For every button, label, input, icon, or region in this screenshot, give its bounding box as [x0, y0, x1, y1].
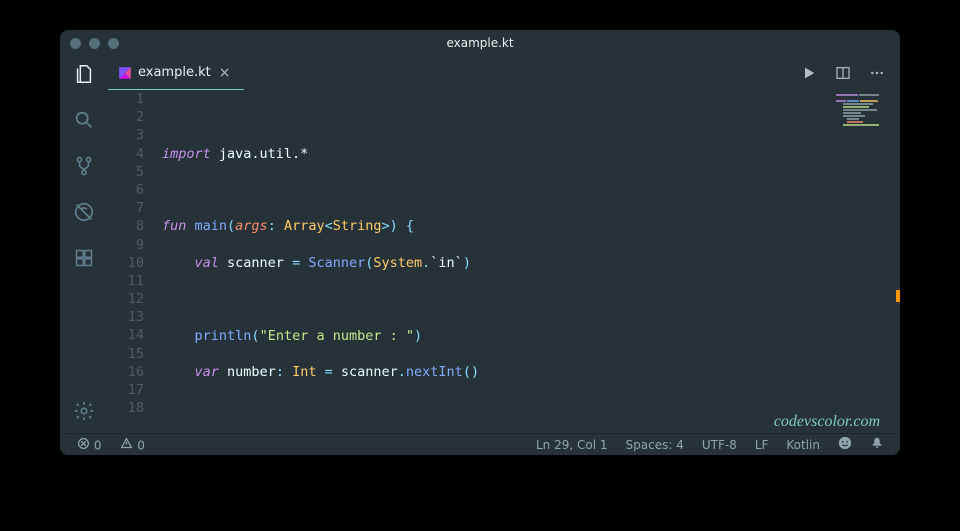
traffic-minimize[interactable] [89, 38, 100, 49]
status-language[interactable]: Kotlin [780, 438, 826, 452]
watermark: codevscolor.com [774, 413, 880, 431]
more-actions-icon[interactable] [868, 64, 886, 82]
code-editor[interactable]: 123 456 789 101112 131415 161718 import … [108, 90, 900, 433]
traffic-zoom[interactable] [108, 38, 119, 49]
status-eol[interactable]: LF [749, 438, 775, 452]
run-icon[interactable] [800, 64, 818, 82]
status-indent[interactable]: Spaces: 4 [620, 438, 690, 452]
bell-icon[interactable] [864, 436, 890, 453]
tab-example-kt[interactable]: example.kt × [108, 56, 244, 90]
status-bar: 0 0 Ln 29, Col 1 Spaces: 4 UTF-8 LF Kotl… [60, 433, 900, 455]
tab-close-icon[interactable]: × [217, 66, 233, 80]
status-cursor-position[interactable]: Ln 29, Col 1 [530, 438, 614, 452]
debug-icon[interactable] [72, 200, 96, 224]
window-title: example.kt [60, 36, 900, 50]
split-editor-icon[interactable] [834, 64, 852, 82]
error-icon [76, 436, 90, 450]
editor-actions [800, 56, 900, 90]
status-encoding[interactable]: UTF-8 [696, 438, 743, 452]
tab-bar: example.kt × [108, 56, 900, 90]
code-content[interactable]: import java.util.* fun main(args: Array<… [162, 90, 900, 433]
editor-window: example.kt [60, 30, 900, 455]
warning-icon [119, 436, 133, 450]
overview-ruler-marker [896, 290, 900, 302]
titlebar: example.kt [60, 30, 900, 56]
status-errors[interactable]: 0 [70, 436, 107, 453]
traffic-close[interactable] [70, 38, 81, 49]
traffic-lights [70, 38, 119, 49]
activity-bar [60, 56, 108, 433]
search-icon[interactable] [72, 108, 96, 132]
extensions-icon[interactable] [72, 246, 96, 270]
status-warnings[interactable]: 0 [113, 436, 150, 453]
tab-label: example.kt [138, 65, 211, 80]
line-gutter: 123 456 789 101112 131415 161718 [108, 90, 162, 433]
kotlin-file-icon [118, 66, 132, 80]
feedback-icon[interactable] [832, 436, 858, 453]
editor-group: example.kt × 123 [108, 56, 900, 433]
source-control-icon[interactable] [72, 154, 96, 178]
settings-gear-icon[interactable] [72, 399, 96, 423]
explorer-icon[interactable] [72, 62, 96, 86]
